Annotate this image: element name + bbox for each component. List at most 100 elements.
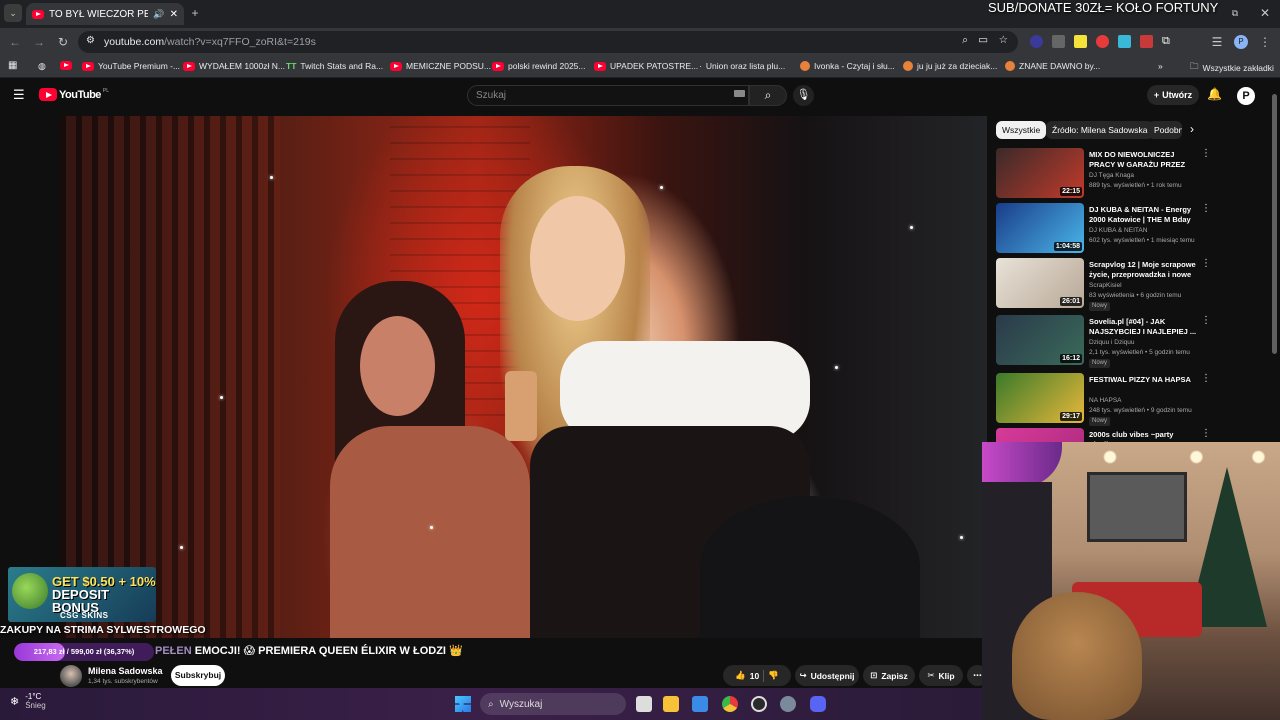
video-thumbnail[interactable]: 16:12 bbox=[996, 315, 1084, 365]
task-view-icon[interactable] bbox=[636, 696, 652, 712]
recommendation-card[interactable]: 22:15 MIX DO NIEWOLNICZEJ PRACY W GARAŻU … bbox=[996, 148, 1266, 200]
profile-avatar[interactable]: P bbox=[1234, 35, 1248, 49]
bookmark-star-icon[interactable]: ☆ bbox=[999, 34, 1008, 46]
extensions-puzzle-icon[interactable]: ⧉ bbox=[1162, 35, 1170, 48]
address-bar[interactable]: ⚙ youtube.com/watch?v=xq7FFO_zoRI&t=219s… bbox=[78, 31, 1018, 53]
clip-button[interactable]: ✂ Klip bbox=[919, 665, 963, 686]
streamer-webcam bbox=[982, 442, 1280, 720]
channel-avatar[interactable] bbox=[60, 665, 82, 687]
window-restore-icon[interactable]: ⧉ bbox=[1226, 4, 1244, 22]
youtube-logo[interactable]: YouTube PL bbox=[39, 88, 109, 101]
more-options-icon[interactable]: ⋮ bbox=[1201, 258, 1211, 269]
weather-widget[interactable]: ❄ -1°C Śnieg bbox=[10, 692, 46, 710]
search-button[interactable]: ⌕ bbox=[749, 85, 787, 106]
more-options-icon[interactable]: ⋮ bbox=[1201, 428, 1211, 439]
keyboard-icon[interactable] bbox=[734, 90, 745, 97]
subscribe-button[interactable]: Subskrybuj bbox=[171, 665, 225, 686]
bookmark-item[interactable]: MEMICZNE PODSU... bbox=[390, 61, 491, 71]
save-button[interactable]: ⊡ Zapisz bbox=[863, 665, 915, 686]
chip-source[interactable]: Źródło: Milena Sadowska bbox=[1046, 121, 1154, 139]
video-thumbnail[interactable]: 22:15 bbox=[996, 148, 1084, 198]
bookmarks-overflow-icon[interactable]: » bbox=[1158, 61, 1163, 71]
search-input[interactable]: Szukaj bbox=[467, 85, 749, 106]
video-action-row: Milena Sadowska 1,34 tys. subskrybentów … bbox=[60, 664, 990, 690]
twitch-stats-icon: TT bbox=[286, 61, 297, 71]
bookmark-folder-icon[interactable]: ◍ bbox=[38, 61, 46, 72]
tab-list-chevron-icon[interactable]: ⌄ bbox=[4, 4, 22, 22]
browser-tab-active[interactable]: TO BYŁ WIECZÓR PEŁEN EMOCJI 🔊 ✕ bbox=[26, 3, 184, 25]
bookmark-item[interactable]: ZNANE DAWNO by... bbox=[1005, 61, 1100, 71]
window-close-icon[interactable]: ✕ bbox=[1256, 4, 1274, 22]
save-label: Zapisz bbox=[881, 670, 908, 681]
recommendation-card[interactable]: 1:04:58 DJ KUBA & NEITAN - Energy 2000 Ka… bbox=[996, 203, 1266, 255]
new-tab-plus-icon[interactable]: + bbox=[186, 4, 204, 22]
site-info-icon[interactable]: ⚙ bbox=[86, 35, 95, 46]
voice-search-button[interactable]: 🎙 bbox=[793, 85, 814, 106]
recommendation-channel: NA HAPSA bbox=[1089, 397, 1122, 404]
obs-icon[interactable] bbox=[751, 696, 767, 712]
more-options-icon[interactable]: ⋮ bbox=[1201, 315, 1211, 326]
bookmark-item[interactable]: ju ju już za dzieciak... bbox=[903, 61, 997, 71]
extension-icon[interactable] bbox=[1074, 35, 1087, 48]
reload-icon[interactable]: ↻ bbox=[54, 33, 72, 51]
bookmark-item[interactable]: WYDAŁEM 1000zł N... bbox=[183, 61, 285, 71]
tab-audio-icon[interactable]: 🔊 bbox=[153, 9, 164, 20]
notifications-bell-icon[interactable]: 🔔 bbox=[1207, 87, 1222, 101]
sidebar-scrollbar[interactable] bbox=[1272, 94, 1277, 354]
windows-start-icon[interactable] bbox=[455, 696, 471, 712]
bookmark-item[interactable]: YouTube Premium -... bbox=[82, 61, 180, 71]
chip-similar[interactable]: Podobne bbox=[1148, 121, 1182, 139]
browser-tab-strip: ⌄ TO BYŁ WIECZÓR PEŁEN EMOCJI 🔊 ✕ + SUB/… bbox=[0, 0, 1280, 28]
tab-close-icon[interactable]: ✕ bbox=[170, 9, 178, 20]
more-options-icon[interactable]: ⋮ bbox=[1201, 203, 1211, 214]
hamburger-menu-icon[interactable]: ☰ bbox=[13, 87, 25, 103]
store-icon[interactable] bbox=[692, 696, 708, 712]
recommendation-card[interactable]: 29:17 FESTIWAL PIZZY NA HAPSA NA HAPSA 248 … bbox=[996, 373, 1266, 426]
chrome-icon[interactable] bbox=[722, 696, 738, 712]
weather-temp: -1°C bbox=[25, 692, 42, 701]
file-explorer-icon[interactable] bbox=[663, 696, 679, 712]
more-options-icon[interactable]: ⋮ bbox=[1201, 148, 1211, 159]
all-bookmarks-folder[interactable]: 🗀 Wszystkie zakładki bbox=[1190, 61, 1274, 75]
video-thumbnail[interactable]: 29:17 bbox=[996, 373, 1084, 423]
recommendation-card[interactable]: 26:01 Scrapvlog 12 | Moje scrapowe życie,… bbox=[996, 258, 1266, 311]
like-button[interactable]: 👍 10 bbox=[735, 670, 759, 681]
recommendation-card[interactable]: 16:12 Sovelia.pl [#04] - JAK NAJSZYBCIEJ … bbox=[996, 315, 1266, 368]
video-thumbnail[interactable]: 1:04:58 bbox=[996, 203, 1084, 253]
video-player[interactable] bbox=[60, 116, 987, 638]
bookmark-item[interactable]: · Union oraz lista plu... bbox=[699, 61, 785, 71]
video-thumbnail[interactable]: 26:01 bbox=[996, 258, 1084, 308]
extension-icon[interactable] bbox=[1118, 35, 1131, 48]
zoom-icon[interactable]: ⌕ bbox=[962, 34, 968, 47]
bookmark-item[interactable]: polski rewind 2025... bbox=[492, 61, 586, 71]
share-button[interactable]: ↪ Udostępnij bbox=[795, 665, 859, 686]
channel-name[interactable]: Milena Sadowska bbox=[88, 666, 163, 676]
settings-gear-icon[interactable] bbox=[780, 696, 796, 712]
create-button[interactable]: + Utwórz bbox=[1147, 85, 1199, 105]
apps-grid-icon[interactable]: ▦ bbox=[8, 60, 17, 71]
search-icon: ⌕ bbox=[764, 88, 772, 102]
media-controls-icon[interactable]: ☰ bbox=[1208, 33, 1226, 51]
taskbar-search[interactable]: ⌕ Wyszukaj bbox=[480, 693, 626, 715]
bookmark-item[interactable]: Ivonka - Czytaj i słu... bbox=[800, 61, 895, 71]
discord-icon[interactable] bbox=[810, 696, 826, 712]
back-arrow-icon[interactable]: ← bbox=[6, 33, 24, 51]
cast-icon[interactable]: ▭ bbox=[978, 34, 988, 46]
extension-icon[interactable] bbox=[1030, 35, 1043, 48]
taskbar-search-label: Wyszukaj bbox=[499, 698, 543, 710]
extension-icon[interactable] bbox=[1052, 35, 1065, 48]
bookmark-item[interactable]: UPADEK PATOSTRE... bbox=[594, 61, 698, 71]
extension-icon[interactable] bbox=[1140, 35, 1153, 48]
bookmark-item[interactable]: TT Twitch Stats and Ra... bbox=[286, 61, 383, 71]
share-label: Udostępnij bbox=[810, 670, 855, 681]
user-avatar[interactable]: P bbox=[1237, 87, 1255, 105]
thumbs-down-icon[interactable]: 👎 bbox=[768, 670, 779, 681]
windows-taskbar: ❄ -1°C Śnieg ⌕ Wyszukaj bbox=[0, 688, 982, 720]
more-options-icon[interactable]: ⋮ bbox=[1201, 373, 1211, 384]
chips-next-chevron-icon[interactable]: › bbox=[1190, 122, 1194, 136]
extension-icon[interactable] bbox=[1096, 35, 1109, 48]
forward-arrow-icon[interactable]: → bbox=[30, 33, 48, 51]
browser-menu-icon[interactable]: ⋮ bbox=[1256, 33, 1274, 51]
chip-all[interactable]: Wszystkie bbox=[996, 121, 1047, 139]
bookmark-item[interactable] bbox=[60, 61, 72, 70]
